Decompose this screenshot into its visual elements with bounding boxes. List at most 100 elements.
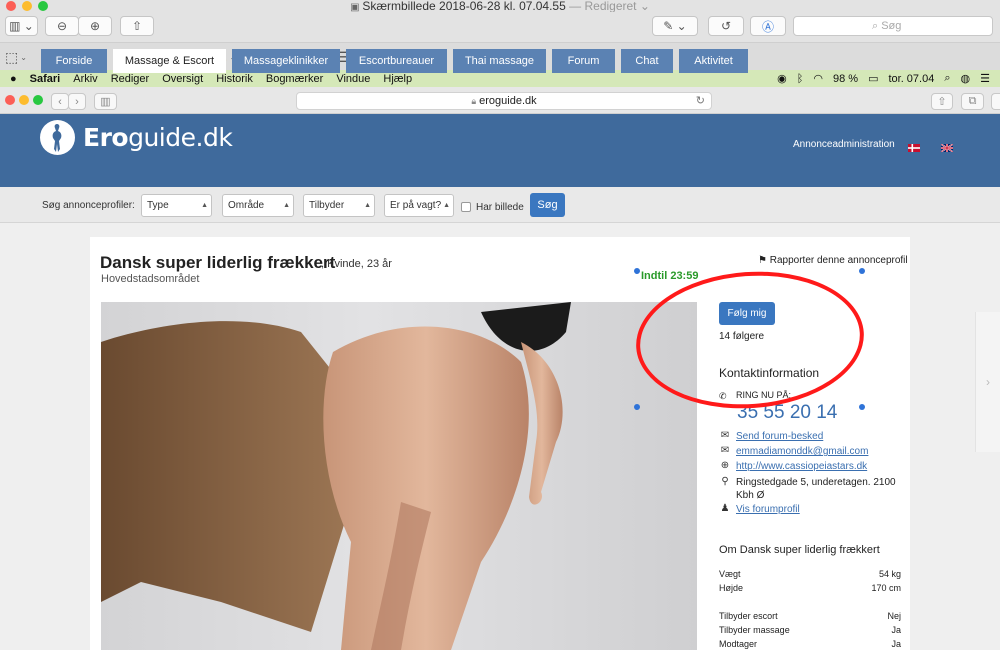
reload-icon[interactable]: ↻ (696, 93, 705, 109)
area-select[interactable]: Område ▲ (222, 194, 294, 217)
contact-link-website[interactable]: http://www.cassiopeiastars.dk (736, 460, 911, 473)
on-duty-select[interactable]: Er på vagt? ▲ (384, 194, 454, 217)
lock-icon: 🔒︎ (471, 96, 477, 106)
nav-tab-massageklinikker[interactable]: Massageklinikker (232, 49, 340, 73)
markup-toolbar-button[interactable]: Ⓐ (750, 16, 786, 36)
menu-rediger[interactable]: Rediger (111, 73, 150, 85)
menu-arkiv[interactable]: Arkiv (73, 73, 97, 85)
contact-item-forum-profile[interactable]: ♟ Vis forumprofil (719, 503, 904, 516)
contact-link-forum-profile[interactable]: Vis forumprofil (736, 503, 911, 516)
flag-icon: ⚑ (758, 255, 770, 266)
report-profile-text: Rapporter denne annonceprofil (769, 255, 908, 266)
preview-toolbar: ▥ ⌄ ⊖ ⊕ ⇧ ✎ ⌄ ↺ Ⓐ ⌕ Søg (0, 12, 1000, 42)
battery-icon[interactable]: ▭ (868, 72, 878, 85)
tabs-button[interactable]: ⧉ (961, 93, 984, 110)
offers-select-value: Tilbyder (309, 200, 345, 211)
chevron-right-icon: › (986, 375, 990, 389)
has-photo-checkbox[interactable] (461, 202, 471, 212)
menu-vindue[interactable]: Vindue (336, 73, 370, 85)
markup-pen-button[interactable]: ✎ ⌄ (652, 16, 698, 36)
rotate-button[interactable]: ↺ (708, 16, 744, 36)
share-button[interactable]: ⇧ (120, 16, 154, 36)
apple-icon[interactable]: ● (10, 73, 17, 85)
markup-icon: Ⓐ (761, 19, 774, 34)
safari-minimize-button[interactable] (19, 95, 29, 105)
nav-tab-thai-massage[interactable]: Thai massage (453, 49, 546, 73)
on-duty-select-value: Er på vagt? (390, 200, 442, 211)
chevron-right-icon: › (75, 95, 79, 108)
menu-oversigt[interactable]: Oversigt (162, 73, 203, 85)
nav-tab-aktivitet[interactable]: Aktivitet (679, 49, 748, 73)
notification-center-icon[interactable]: ☰ (980, 72, 990, 85)
share-page-button[interactable]: ⇧ (931, 93, 953, 110)
zoom-out-button[interactable]: ⊖ (45, 16, 79, 36)
map-marker-icon: ⚲ (721, 476, 729, 487)
resize-handle[interactable] (634, 404, 640, 410)
updown-arrow-icon: ▲ (201, 202, 208, 209)
forward-button[interactable]: › (68, 93, 86, 110)
bluetooth-icon[interactable]: ᛒ (797, 73, 804, 85)
menubar-clock[interactable]: tor. 07.04 (888, 73, 934, 85)
detail-value: Ja (891, 639, 901, 649)
new-tab-button[interactable] (991, 93, 1000, 110)
nav-tab-chat[interactable]: Chat (621, 49, 673, 73)
search-input[interactable]: ⌕ Søg (793, 16, 993, 36)
resize-handle[interactable] (859, 268, 865, 274)
contact-item-email[interactable]: ✉ emmadiamonddk@gmail.com (719, 445, 904, 458)
menu-safari[interactable]: Safari (30, 73, 61, 85)
annonce-admin-link[interactable]: Annonceadministration (793, 139, 895, 150)
contact-item-website[interactable]: ⊕ http://www.cassiopeiastars.dk (719, 460, 904, 473)
report-profile-link[interactable]: ⚑ Rapporter denne annonceprofil (758, 255, 908, 266)
sidebar-icon: ▥ ⌄ (9, 19, 34, 33)
menu-hjaelp[interactable]: Hjælp (383, 73, 412, 85)
wifi-icon[interactable]: ◠ (813, 72, 823, 85)
back-button[interactable]: ‹ (51, 93, 69, 110)
nav-tab-forside[interactable]: Forside (41, 49, 107, 73)
side-panel-tab[interactable]: › (975, 312, 1000, 452)
logo-text-guide: guide.dk (128, 123, 233, 152)
resize-handle[interactable] (859, 404, 865, 410)
envelope-icon: ✉ (720, 445, 730, 456)
safari-close-button[interactable] (5, 95, 15, 105)
nav-tab-escortbureauer[interactable]: Escortbureauer (346, 49, 447, 73)
type-select[interactable]: Type ▲ (141, 194, 212, 217)
status-app-icon[interactable]: ◉ (777, 72, 787, 85)
selection-tool[interactable]: ⬚ ⌄ (5, 48, 27, 66)
menu-bogmaerker[interactable]: Bogmærker (266, 73, 323, 85)
danish-flag-icon[interactable] (908, 141, 920, 152)
sidebar-button[interactable]: ▥ (94, 93, 117, 110)
sidebar-toggle-button[interactable]: ▥ ⌄ (5, 16, 38, 36)
profile-photo[interactable] (101, 302, 697, 650)
logo-icon[interactable] (40, 120, 75, 155)
detail-row: Modtager Ja (719, 639, 901, 649)
share-icon: ⇧ (937, 96, 947, 108)
envelope-icon: ✉ (720, 430, 730, 441)
detail-row: Højde 170 cm (719, 583, 901, 593)
site-logo-text[interactable]: Eroguide.dk (83, 123, 233, 152)
detail-row: Tilbyder escort Nej (719, 611, 901, 621)
uk-flag-icon[interactable] (940, 141, 954, 153)
contact-address-text: Ringstedgade 5, underetagen. 2100 Kbh Ø (736, 477, 896, 501)
nav-tab-forum[interactable]: Forum (552, 49, 615, 73)
spotlight-icon[interactable]: ⌕ (944, 72, 950, 85)
search-submit-button[interactable]: Søg (530, 193, 565, 217)
ad-subtitle: , Kvinde, 23 år (321, 258, 392, 270)
detail-label: Tilbyder escort (719, 611, 778, 621)
user-avatar-icon[interactable]: ◍ (961, 72, 971, 85)
contact-item-forum-message[interactable]: ✉ Send forum-besked (719, 430, 904, 443)
resize-handle[interactable] (634, 268, 640, 274)
nav-tab-massage-escort[interactable]: Massage & Escort (113, 49, 226, 73)
offers-select[interactable]: Tilbyder ▲ (303, 194, 375, 217)
contact-link-email[interactable]: emmadiamonddk@gmail.com (736, 445, 911, 458)
contact-item-address: ⚲ Ringstedgade 5, underetagen. 2100 Kbh … (719, 476, 904, 502)
contact-link-forum-message[interactable]: Send forum-besked (736, 430, 911, 443)
logo-text-ero: Ero (83, 123, 129, 152)
ad-title: Dansk super liderlig frækkert (100, 253, 336, 272)
detail-label: Højde (719, 583, 744, 593)
safari-zoom-button[interactable] (33, 95, 43, 105)
battery-percent[interactable]: 98 % (833, 73, 858, 85)
zoom-in-icon: ⊕ (89, 19, 101, 33)
zoom-in-button[interactable]: ⊕ (78, 16, 112, 36)
menu-historik[interactable]: Historik (216, 73, 253, 85)
address-bar[interactable]: 🔒︎ eroguide.dk ↻ (296, 92, 712, 110)
